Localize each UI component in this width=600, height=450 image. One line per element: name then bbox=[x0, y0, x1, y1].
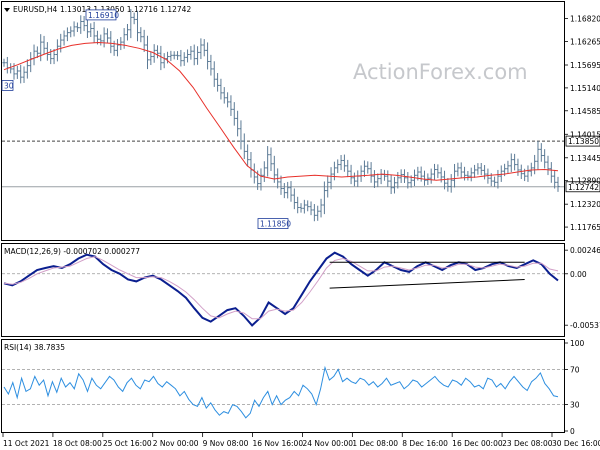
rsi-y-tick-label: 70 bbox=[570, 365, 580, 374]
price-y-tick-label: 1.12320 bbox=[570, 200, 600, 209]
x-tick-label: 16 Dec 00:00 bbox=[452, 439, 503, 448]
price-y-tick-label: 1.11765 bbox=[570, 223, 600, 232]
x-tick-label: 18 Oct 08:00 bbox=[53, 439, 102, 448]
x-tick-label: 8 Dec 16:00 bbox=[402, 439, 448, 448]
macd-y-tick-label: 0.00 bbox=[570, 270, 587, 279]
rsi-y-tick-label: 0 bbox=[570, 427, 575, 436]
rsi-y-tick-label: 100 bbox=[570, 339, 585, 348]
price-y-tick-label: 1.14585 bbox=[570, 107, 600, 116]
x-tick-label: 16 Nov 16:00 bbox=[253, 439, 304, 448]
price-y-tick-label: 1.12890 bbox=[570, 177, 600, 186]
x-tick-label: 9 Nov 08:00 bbox=[203, 439, 249, 448]
x-tick-label: 1 Dec 08:00 bbox=[352, 439, 398, 448]
price-annotation-label: 1.16910 bbox=[88, 11, 119, 20]
watermark-text: ActionForex.com bbox=[353, 60, 528, 84]
price-y-tick-label: 1.14015 bbox=[570, 130, 600, 139]
x-tick-label: 24 Nov 00:00 bbox=[302, 439, 353, 448]
symbol-label: EURUSD,H4 bbox=[13, 5, 57, 14]
rsi-y-tick-label: 30 bbox=[570, 401, 580, 410]
macd-y-tick-label: -0.005375 bbox=[570, 321, 600, 330]
x-tick-label: 11 Oct 2021 bbox=[3, 439, 50, 448]
price-y-tick-label: 1.15140 bbox=[570, 84, 600, 93]
price-annotation-label: 30 bbox=[4, 81, 14, 90]
price-y-tick-label: 1.16265 bbox=[570, 37, 600, 46]
price-y-tick-label: 1.15695 bbox=[570, 61, 600, 70]
macd-header: MACD(12,26,9) -0.000702 0.000277 bbox=[4, 247, 140, 256]
price-annotation-label: 1.11850 bbox=[260, 220, 291, 229]
rsi-header: RSI(14) 38.7835 bbox=[4, 343, 65, 352]
ohlc-values: 1.13013 1.13050 1.12716 1.12742 bbox=[60, 5, 191, 14]
price-y-tick-label: 1.16820 bbox=[570, 15, 600, 24]
chart-window: ActionForex.com EURUSD,H4 1.13013 1.1305… bbox=[0, 0, 600, 450]
price-y-tick-label: 1.13445 bbox=[570, 154, 600, 163]
x-tick-label: 23 Dec 08:00 bbox=[502, 439, 553, 448]
x-tick-label: 30 Dec 16:00 bbox=[552, 439, 600, 448]
x-tick-label: 25 Oct 16:00 bbox=[103, 439, 152, 448]
x-tick-label: 2 Nov 00:00 bbox=[153, 439, 199, 448]
macd-y-tick-label: 0.002469 bbox=[570, 246, 600, 255]
